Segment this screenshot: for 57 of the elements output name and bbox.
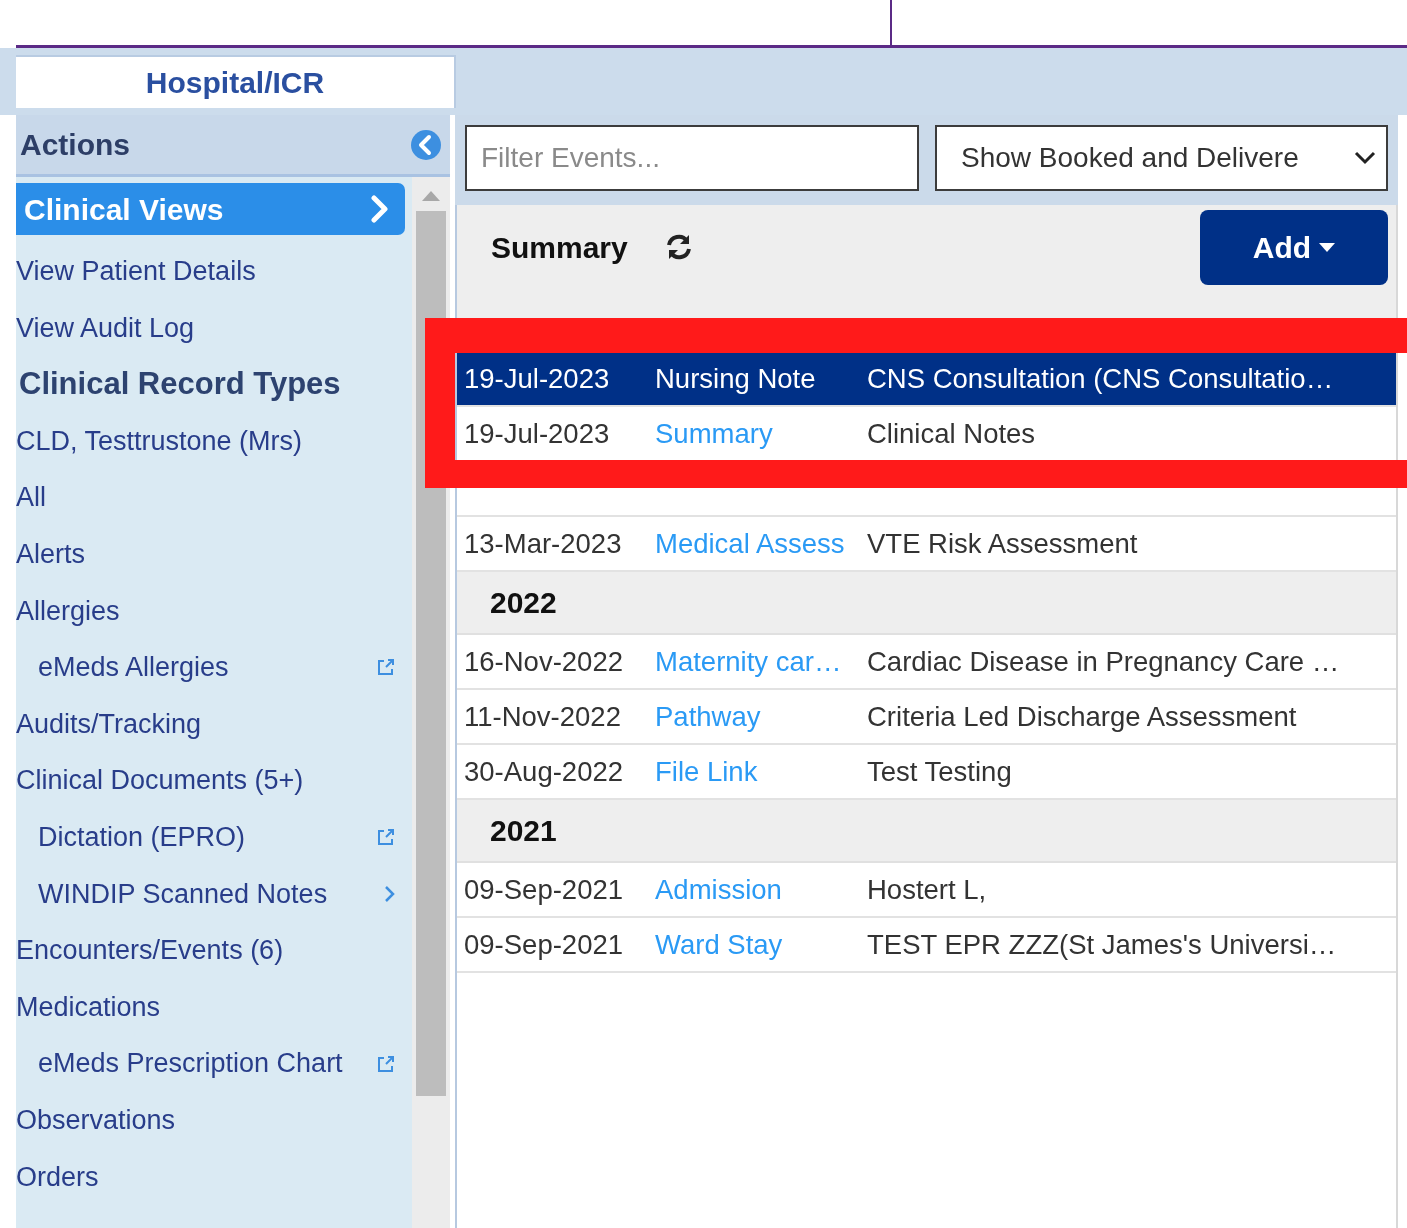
sidebar-item[interactable]: Allergies <box>16 582 412 640</box>
description-cell-text: Criteria Led Discharge Assessment <box>867 699 1297 734</box>
scrollbar[interactable] <box>412 177 450 1228</box>
date-cell-text: 19-Jul-2023 <box>463 361 611 396</box>
sidebar-item[interactable]: eMeds Prescription Chart <box>16 1035 412 1092</box>
description-cell-text: TEST EPR ZZZ(St James's Universi… <box>867 927 1337 962</box>
sidebar-item[interactable]: Encounters/Events (6) <box>16 922 412 979</box>
description-cell-text: Hostert L, <box>867 872 987 907</box>
sidebar-item[interactable]: Observations <box>16 1091 412 1149</box>
chevron-right-icon[interactable] <box>384 884 396 903</box>
event-row[interactable]: 11-Nov-2022 Pathway Criteria Led Discharge Assessment <box>457 690 1396 745</box>
scroll-up-icon[interactable] <box>422 191 440 201</box>
date-cell-text: 09-Sep-2021 <box>463 927 624 962</box>
description-cell-text: Cardiac Disease in Pregnancy Care … <box>867 644 1340 679</box>
event-row[interactable]: 16-Nov-2022 Maternity car… Cardiac Disease in Pregnancy Care … <box>457 635 1396 690</box>
event-row[interactable]: 09-Sep-2021 Ward Stay TEST EPR ZZZ(St James's Universi… <box>457 918 1396 973</box>
date-cell-text: 09-Sep-2021 <box>463 872 624 907</box>
description-cell-text: Clinical Notes <box>867 416 1036 451</box>
event-row[interactable]: 09-Sep-2021 Admission Hostert L, <box>457 863 1396 918</box>
add-button[interactable]: Add <box>1200 209 1388 285</box>
sidebar-item[interactable]: View Audit Log <box>16 299 412 357</box>
sidebar-item[interactable]: All <box>16 469 412 526</box>
sidebar-item[interactable]: Dictation (EPRO) <box>16 808 412 866</box>
collapse-icon[interactable] <box>410 128 442 161</box>
sidebar-item[interactable]: Orders <box>16 1148 412 1206</box>
event-row[interactable]: 19-Jul-2023 Summary Clinical Notes <box>457 407 1396 462</box>
sidebar-item[interactable]: Audits/Tracking <box>16 695 412 753</box>
actions-title: Actions <box>20 127 130 163</box>
date-cell-text: 16-Nov-2022 <box>463 644 624 679</box>
section-heading: Clinical Record Types <box>18 365 342 404</box>
sidebar-item[interactable]: View Patient Details <box>16 243 412 300</box>
sidebar-item[interactable]: eMeds Allergies <box>16 639 412 696</box>
event-row[interactable]: 19-Jul-2023 Nursing Note CNS Consultation (CNS Consultatio… <box>457 352 1396 407</box>
description-cell-text: Test Testing <box>867 754 1012 789</box>
sidebar-item[interactable]: Alerts <box>16 525 412 583</box>
event-row[interactable]: 30-Aug-2022 File Link Test Testing <box>457 745 1396 800</box>
sidebar-item[interactable]: Medications <box>16 978 412 1036</box>
view-dropdown[interactable]: Show Booked and Delivere <box>935 125 1388 191</box>
event-type-link[interactable]: Nursing Note <box>655 357 867 400</box>
sidebar-item[interactable]: WINDIP Scanned Notes <box>16 865 412 923</box>
event-row[interactable]: 13-Mar-2023 Medical Assess VTE Risk Assessment <box>457 517 1396 572</box>
hospital-tab[interactable]: Hospital/ICR <box>16 55 456 108</box>
external-link-icon[interactable] <box>376 657 396 678</box>
description-cell-text: CNS Consultation (CNS Consultatio… <box>867 361 1334 396</box>
external-link-icon[interactable] <box>376 1053 396 1074</box>
summary-title: Summary <box>491 229 628 266</box>
description-cell-text: VTE Risk Assessment <box>867 526 1138 561</box>
sidebar-item[interactable]: CLD, Testtrustone (Mrs) <box>16 412 412 470</box>
sidebar-item[interactable]: Clinical Documents (5+) <box>16 752 412 809</box>
caret-icon <box>1319 242 1336 252</box>
external-link-icon[interactable] <box>376 827 396 848</box>
date-cell-text: 11-Nov-2022 <box>463 699 622 734</box>
date-cell-text: 13-Mar-2023 <box>463 526 623 561</box>
date-cell-text: 30-Aug-2022 <box>463 754 624 789</box>
chevron-down-icon[interactable] <box>1354 151 1376 165</box>
filter-field[interactable]: Filter Events... <box>465 125 919 191</box>
date-cell-text: 19-Jul-2023 <box>463 416 611 451</box>
